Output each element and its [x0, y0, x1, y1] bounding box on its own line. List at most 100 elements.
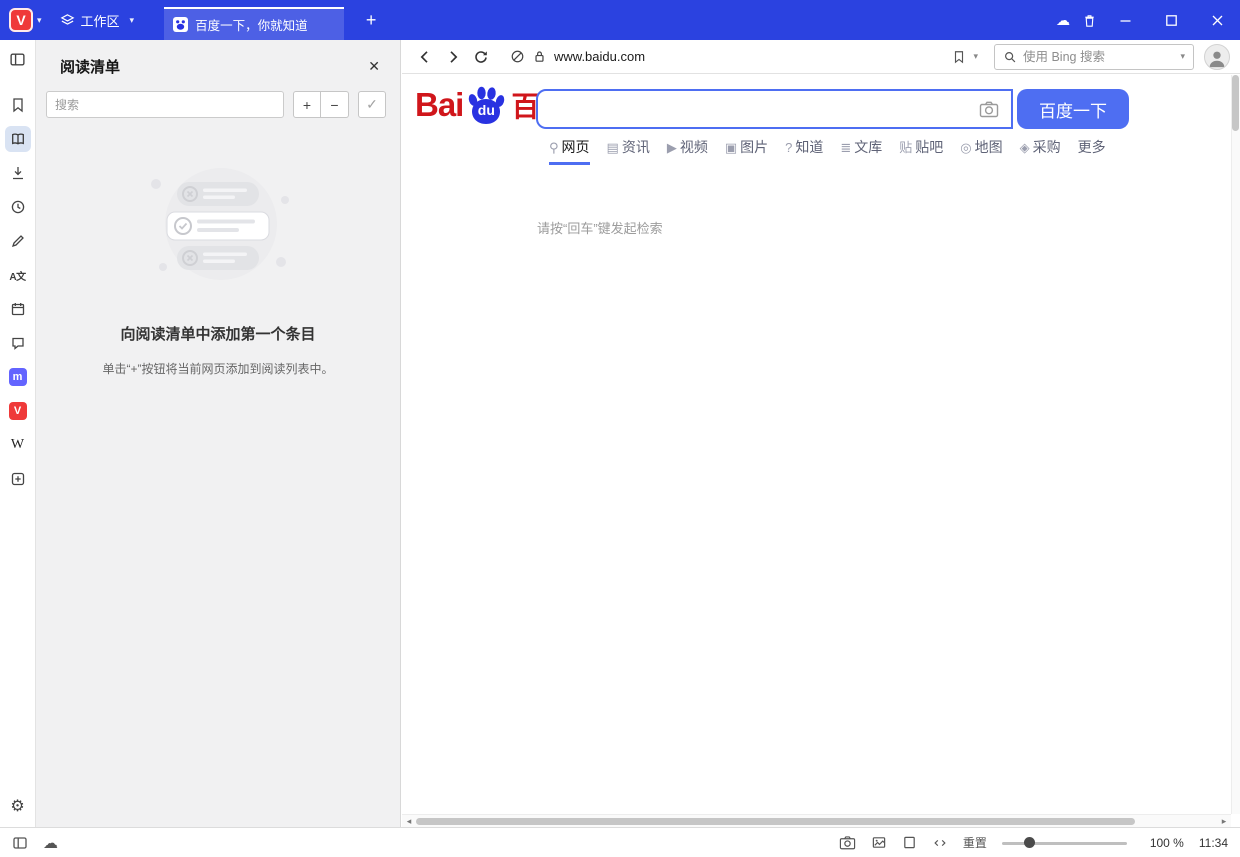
- search-engine-icon: [1003, 50, 1017, 64]
- search-field[interactable]: ▾: [994, 44, 1194, 70]
- vivaldi-logo-icon: V: [16, 12, 25, 28]
- map-icon: ◎: [960, 141, 971, 154]
- sidebar-item-vivaldi[interactable]: V: [5, 398, 31, 424]
- baidu-search-box[interactable]: [536, 89, 1013, 129]
- baidu-nav-search[interactable]: ⚲网页: [549, 137, 590, 165]
- reading-list-confirm-button[interactable]: ✓: [358, 91, 386, 118]
- empty-state-description: 单击“+”按钮将当前网页添加到阅读列表中。: [36, 360, 400, 379]
- baidu-nav-question[interactable]: ?知道: [785, 137, 823, 165]
- page-content: Bai du 百度 百度一下 ⚲网页▤资讯▶视频▣图片?知道≣文库贴贴吧◎地图◈…: [402, 75, 1240, 827]
- vivaldi-menu-button[interactable]: V: [9, 8, 33, 32]
- baidu-nav-video[interactable]: ▶视频: [667, 137, 708, 165]
- tab-title: 百度一下，你就知道: [195, 15, 308, 34]
- maximize-button[interactable]: [1148, 0, 1194, 40]
- forward-button[interactable]: [440, 44, 466, 70]
- baidu-nav-tieba[interactable]: 贴贴吧: [899, 137, 943, 165]
- baidu-nav-label: 地图: [975, 137, 1003, 157]
- sidebar-item-notes[interactable]: [5, 228, 31, 254]
- reading-list-add-button[interactable]: +: [293, 91, 321, 118]
- zoom-slider[interactable]: [1002, 836, 1127, 850]
- history-clock-icon: [10, 199, 26, 215]
- cart-icon: ◈: [1020, 141, 1030, 154]
- baidu-nav-cart[interactable]: ◈采购: [1020, 137, 1061, 165]
- sidebar-item-mastodon[interactable]: m: [5, 364, 31, 390]
- empty-state-illustration: [133, 162, 303, 292]
- baidu-logo-bai: Bai: [415, 86, 463, 124]
- wikipedia-icon: W: [11, 437, 24, 453]
- chat-bubble-icon: [10, 335, 26, 351]
- bookmark-caret-icon[interactable]: ▾: [973, 51, 978, 62]
- zoom-slider-thumb[interactable]: [1024, 837, 1035, 848]
- content-blocker-icon[interactable]: [510, 49, 525, 64]
- camera-search-icon[interactable]: [979, 100, 999, 118]
- page-source-button[interactable]: [932, 836, 948, 850]
- baidu-nav-map[interactable]: ◎ 地图: [960, 137, 1002, 165]
- sync-status-icon[interactable]: ☁: [43, 834, 58, 852]
- baidu-search-button[interactable]: 百度一下: [1017, 89, 1129, 129]
- doc-icon: ≣: [840, 141, 851, 154]
- back-button[interactable]: [412, 44, 438, 70]
- address-bar[interactable]: ▾: [502, 44, 986, 70]
- baidu-search-input[interactable]: [538, 100, 979, 118]
- zoom-reset-button[interactable]: 重置: [963, 834, 987, 851]
- horizontal-scrollbar-thumb[interactable]: [416, 818, 1135, 825]
- horizontal-scrollbar[interactable]: ◂ ▸: [402, 814, 1231, 827]
- sidebar-item-translate[interactable]: A文: [5, 262, 31, 288]
- sidebar-item-history[interactable]: [5, 194, 31, 220]
- titlebar: V ▾ 工作区 ▾ 百度一下，你就知道 + ☁: [0, 0, 1240, 40]
- panel-close-button[interactable]: ✕: [364, 56, 384, 77]
- calendar-icon: [10, 301, 26, 317]
- baidu-favicon-icon: [173, 17, 188, 32]
- sidebar-item-feedback[interactable]: [5, 330, 31, 356]
- baidu-nav-label: 文库: [854, 137, 882, 157]
- zoom-level-label: 100 %: [1142, 836, 1184, 850]
- reading-list-search-input[interactable]: [46, 91, 284, 118]
- vertical-scrollbar[interactable]: [1231, 75, 1240, 814]
- baidu-nav-image[interactable]: ▣图片: [725, 137, 768, 165]
- news-icon: ▤: [607, 141, 619, 154]
- lock-icon[interactable]: [532, 49, 547, 64]
- reading-list-icon: [10, 131, 26, 147]
- vertical-scrollbar-thumb[interactable]: [1232, 75, 1239, 131]
- trash-closed-tabs-icon[interactable]: [1076, 13, 1102, 28]
- baidu-nav: ⚲网页 ▤资讯 ▶视频 ▣图片 ?知道 ≣文库贴贴吧 ◎ 地图 ◈采购更多: [549, 137, 1106, 165]
- settings-button[interactable]: ⚙: [5, 793, 31, 819]
- reading-list-remove-button[interactable]: −: [321, 91, 349, 118]
- sidebar-item-bookmarks[interactable]: [5, 92, 31, 118]
- baidu-logo-du: du: [478, 102, 495, 118]
- reload-button[interactable]: [468, 44, 494, 70]
- sidebar-item-reading-list[interactable]: [5, 126, 31, 152]
- close-button[interactable]: [1194, 0, 1240, 40]
- add-web-panel-button[interactable]: [5, 466, 31, 492]
- navigation-toolbar: ▾ ▾: [402, 40, 1240, 74]
- new-tab-button[interactable]: +: [358, 11, 384, 29]
- bookmark-flag-icon[interactable]: [952, 50, 966, 64]
- vivaldi-menu-caret-icon[interactable]: ▾: [37, 15, 42, 26]
- search-engine-caret-icon[interactable]: ▾: [1180, 51, 1185, 62]
- search-icon: ⚲: [549, 141, 559, 154]
- capture-page-button[interactable]: [839, 835, 856, 850]
- minimize-button[interactable]: [1102, 0, 1148, 40]
- search-input[interactable]: [1023, 50, 1174, 64]
- url-input[interactable]: [554, 49, 945, 64]
- profile-avatar[interactable]: [1204, 44, 1230, 70]
- statusbar-panel-toggle-button[interactable]: [12, 835, 28, 851]
- sidebar-item-calendar[interactable]: [5, 296, 31, 322]
- download-icon: [10, 165, 26, 181]
- capture-camera-icon: [839, 835, 856, 850]
- workspace-switcher[interactable]: 工作区 ▾: [60, 11, 139, 30]
- toggle-images-button[interactable]: [871, 835, 887, 850]
- baidu-nav-label: 资讯: [622, 137, 650, 157]
- tab-baidu[interactable]: 百度一下，你就知道: [164, 7, 344, 40]
- workspace-caret-icon: ▾: [130, 15, 135, 26]
- panel-toggle-icon: [12, 835, 28, 851]
- baidu-nav-doc[interactable]: ≣文库: [840, 137, 882, 165]
- sidebar-item-downloads[interactable]: [5, 160, 31, 186]
- baidu-nav-news[interactable]: ▤资讯: [607, 137, 650, 165]
- sync-cloud-icon[interactable]: ☁: [1050, 12, 1076, 29]
- empty-state-title: 向阅读清单中添加第一个条目: [36, 323, 400, 344]
- panel-toggle-button[interactable]: [5, 46, 31, 72]
- baidu-nav-more[interactable]: 更多: [1078, 137, 1106, 165]
- page-actions-button[interactable]: [902, 835, 917, 850]
- sidebar-item-wikipedia[interactable]: W: [5, 432, 31, 458]
